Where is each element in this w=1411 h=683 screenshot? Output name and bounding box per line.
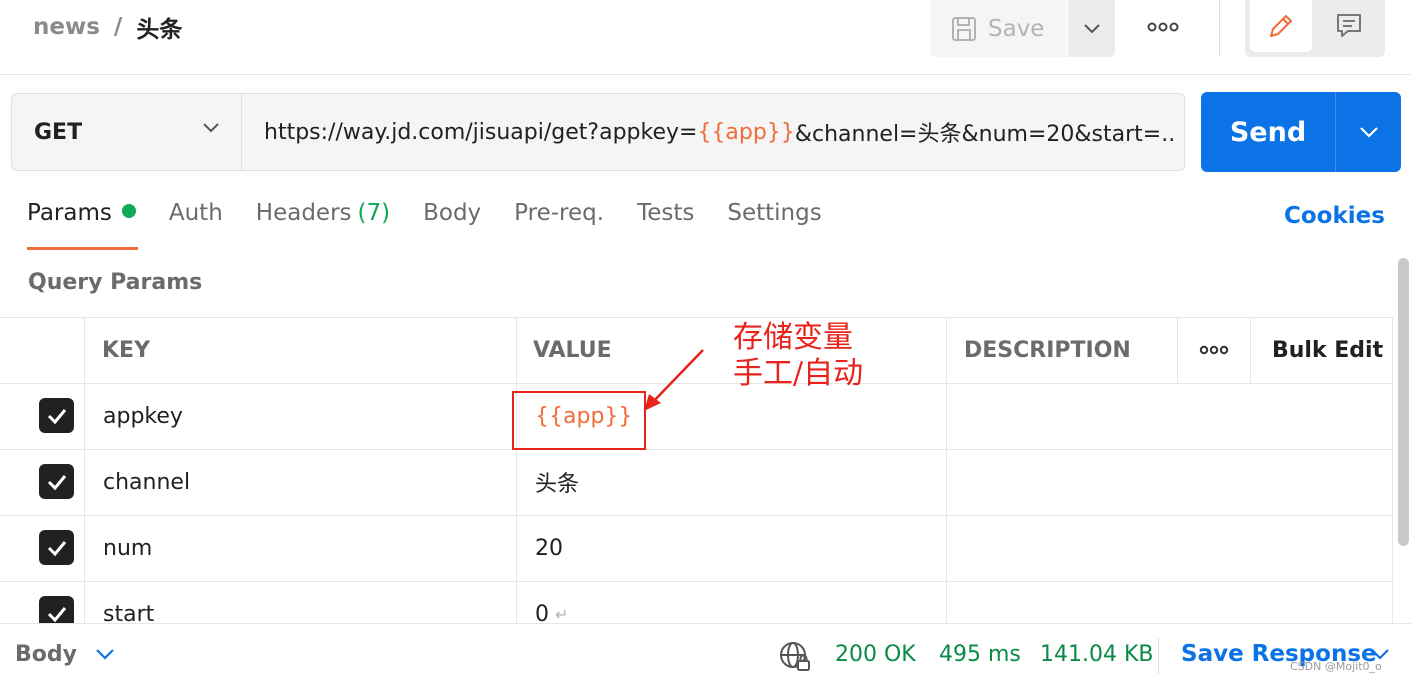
query-params-title: Query Params xyxy=(28,270,203,295)
request-tabs: Params Auth Headers (7) Body Pre-req. Tes… xyxy=(27,200,855,250)
tab-label: Headers xyxy=(255,200,352,226)
param-value-cell[interactable]: 0 ↵ xyxy=(535,581,569,624)
breadcrumb: news / 头条 xyxy=(33,10,182,44)
row-checkbox[interactable] xyxy=(39,596,74,623)
url-bar: GET https://way.jd.com/jisuapi/get?appke… xyxy=(11,93,1185,171)
request-header: news / 头条 Save xyxy=(0,0,1411,75)
param-key-cell[interactable]: num xyxy=(103,515,152,581)
table-border xyxy=(0,581,1393,582)
send-button-group: Send xyxy=(1201,92,1401,172)
headers-count: (7) xyxy=(357,200,391,226)
tab-auth[interactable]: Auth xyxy=(169,200,223,250)
tab-label: Body xyxy=(423,200,482,226)
table-border xyxy=(1392,317,1393,623)
tab-params[interactable]: Params xyxy=(27,200,138,250)
pencil-icon xyxy=(1270,15,1292,37)
globe-icon[interactable] xyxy=(778,640,812,674)
table-border xyxy=(946,317,947,623)
send-options-button[interactable] xyxy=(1336,92,1401,172)
url-variable: {{app}} xyxy=(697,119,795,145)
checkmark-icon xyxy=(47,408,66,424)
tab-settings[interactable]: Settings xyxy=(727,200,821,250)
more-horizontal-icon xyxy=(1199,345,1229,355)
url-prefix: https://way.jd.com/jisuapi/get?appkey= xyxy=(264,119,698,145)
checkmark-icon xyxy=(47,540,66,556)
tab-tests[interactable]: Tests xyxy=(637,200,694,250)
url-suffix: &channel=头条&num=20&start=... xyxy=(794,122,1174,147)
row-checkbox[interactable] xyxy=(39,530,74,565)
param-value-text: 0 xyxy=(535,601,549,624)
more-options-button[interactable] xyxy=(1138,12,1188,42)
table-border xyxy=(84,317,85,623)
response-size: 141.04 KB xyxy=(1040,642,1154,667)
tab-headers[interactable]: Headers (7) xyxy=(256,200,390,250)
method-select[interactable]: GET xyxy=(12,94,242,170)
tab-label: Tests xyxy=(637,200,695,226)
method-label: GET xyxy=(34,119,83,145)
checkmark-icon xyxy=(47,474,66,490)
column-header-description: DESCRIPTION xyxy=(964,337,1131,363)
column-options-button[interactable] xyxy=(1178,317,1250,383)
url-input[interactable]: https://way.jd.com/jisuapi/get?appkey={{… xyxy=(264,94,1174,170)
param-key-cell[interactable]: appkey xyxy=(103,383,183,449)
param-value-cell[interactable]: 20 xyxy=(535,515,563,581)
newline-mark: ↵ xyxy=(555,604,569,624)
vertical-scrollbar[interactable] xyxy=(1398,258,1409,546)
save-button[interactable]: Save xyxy=(930,0,1067,57)
save-options-button[interactable] xyxy=(1068,0,1115,57)
row-checkbox[interactable] xyxy=(39,464,74,499)
table-border xyxy=(0,515,1393,516)
response-status: 200 OK xyxy=(835,642,916,667)
footer-divider xyxy=(1158,638,1159,674)
comment-icon xyxy=(1337,14,1361,37)
annotation-line-1: 存储变量 xyxy=(733,320,853,355)
tab-label: Pre-req. xyxy=(514,200,605,226)
column-header-value: VALUE xyxy=(533,337,612,363)
chevron-down-icon[interactable] xyxy=(95,648,115,660)
save-label: Save xyxy=(988,15,1045,42)
table-border xyxy=(0,449,1393,450)
annotation-line-2: 手工/自动 xyxy=(733,356,864,391)
chevron-down-icon xyxy=(1359,127,1378,138)
response-body-select[interactable]: Body xyxy=(15,642,77,667)
breadcrumb-collection[interactable]: news xyxy=(33,14,100,40)
cookies-link[interactable]: Cookies xyxy=(1284,203,1385,229)
annotation-arrow xyxy=(644,349,704,411)
param-key-cell[interactable]: channel xyxy=(103,449,190,515)
checkmark-icon xyxy=(47,606,66,622)
chevron-down-icon xyxy=(203,123,219,133)
tab-label: Params xyxy=(27,200,112,226)
send-button[interactable]: Send xyxy=(1201,92,1335,172)
tab-label: Auth xyxy=(168,200,223,226)
response-time: 495 ms xyxy=(939,642,1021,667)
param-value-cell[interactable]: 头条 xyxy=(535,449,579,515)
chevron-down-icon xyxy=(1083,23,1100,33)
annotation-text: 存储变量 手工/自动 xyxy=(733,320,863,392)
tab-label: Settings xyxy=(727,200,822,226)
chevron-down-icon[interactable] xyxy=(1370,648,1390,660)
annotation-highlight-box xyxy=(512,391,646,450)
edit-mode-button[interactable] xyxy=(1250,0,1312,52)
header-divider xyxy=(1219,0,1220,57)
breadcrumb-separator: / xyxy=(113,14,123,40)
request-name[interactable]: 头条 xyxy=(136,10,182,44)
comments-button[interactable] xyxy=(1318,0,1380,52)
table-border xyxy=(1250,317,1251,383)
watermark-text: CSDN @Mojit0_o xyxy=(1290,660,1382,673)
save-icon xyxy=(952,16,976,41)
params-active-dot xyxy=(121,204,136,218)
tab-body[interactable]: Body xyxy=(423,200,481,250)
bulk-edit-button[interactable]: Bulk Edit xyxy=(1272,317,1383,383)
column-header-key: KEY xyxy=(102,337,151,363)
more-horizontal-icon xyxy=(1147,22,1179,32)
row-checkbox[interactable] xyxy=(39,398,74,433)
response-bar: Body 200 OK 495 ms 141.04 KB Save Respon… xyxy=(0,623,1411,683)
tab-pre-request[interactable]: Pre-req. xyxy=(514,200,604,250)
table-border xyxy=(516,317,517,623)
param-key-cell[interactable]: start xyxy=(103,581,154,624)
